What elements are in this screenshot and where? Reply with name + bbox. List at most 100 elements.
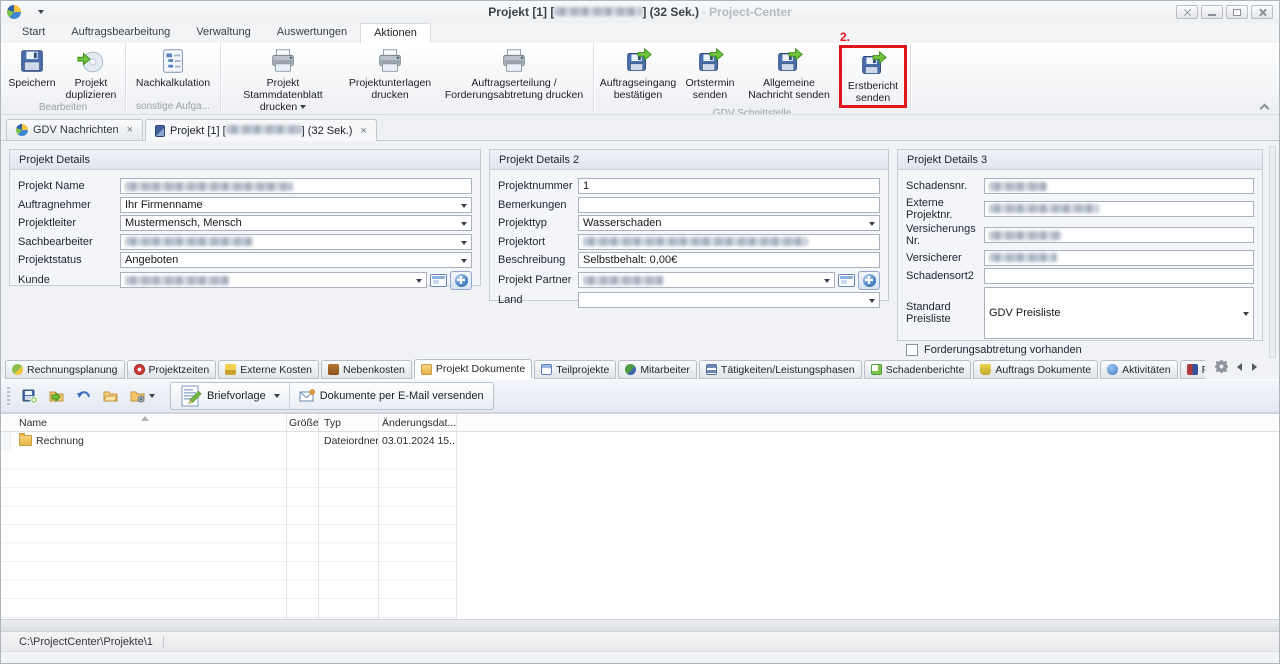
tab-aktivitaeten[interactable]: Aktivitäten	[1100, 360, 1177, 379]
ribbon-tab-auswertungen[interactable]: Auswertungen	[264, 23, 360, 43]
field-label: Sachbearbeiter	[18, 236, 120, 248]
land-combo[interactable]	[578, 292, 880, 308]
dropdown-arrow-icon[interactable]	[461, 204, 467, 208]
close-tab-icon[interactable]: ×	[127, 124, 133, 136]
column-header-name[interactable]: Name	[19, 417, 47, 429]
auftragseingang-bestaetigen-button[interactable]: Auftragseingang bestätigen	[597, 45, 679, 102]
add-partner-button[interactable]	[858, 271, 880, 290]
erstbericht-senden-button[interactable]: Erstbericht senden	[843, 48, 903, 105]
dropdown-arrow-icon[interactable]	[824, 279, 830, 283]
projektnummer-input[interactable]: 1	[578, 178, 880, 194]
forderungsabtretung-checkbox[interactable]	[906, 344, 918, 356]
externe-projektnr-input[interactable]	[984, 201, 1254, 217]
tab-label: Projekt Dokumente	[436, 363, 525, 375]
dropdown-arrow-icon[interactable]	[869, 299, 875, 303]
projekt-partner-combo[interactable]	[578, 272, 835, 288]
projektort-input[interactable]	[578, 234, 880, 250]
contact-card-icon[interactable]	[838, 274, 855, 287]
auftragserteilung-drucken-button[interactable]: Auftragserteilung / Forderungsabtretung …	[438, 45, 590, 102]
scroll-tabs-left-button[interactable]	[1237, 363, 1242, 371]
dropdown-arrow-icon[interactable]	[416, 279, 422, 283]
versicherer-input[interactable]	[984, 250, 1254, 266]
ribbon-tab-verwaltung[interactable]: Verwaltung	[183, 23, 263, 43]
beschreibung-input[interactable]: Selbstbehalt: 0,00€	[578, 252, 880, 268]
kunde-combo[interactable]	[120, 272, 427, 288]
schadensort2-input[interactable]	[984, 268, 1254, 284]
allgemeine-nachricht-senden-button[interactable]: Allgemeine Nachricht senden	[741, 45, 837, 102]
dropdown-arrow-icon[interactable]	[1243, 312, 1249, 316]
column-divider[interactable]	[318, 414, 319, 619]
schadensnr-input[interactable]	[984, 178, 1254, 194]
toolbar-grip[interactable]	[7, 387, 10, 405]
bemerkungen-input[interactable]	[578, 197, 880, 213]
versicherungs-nr-input[interactable]	[984, 227, 1254, 243]
ortstermin-senden-button[interactable]: Ortstermin senden	[679, 45, 741, 102]
add-kunde-button[interactable]	[450, 271, 472, 290]
button-label: Dokumente per E-Mail versenden	[320, 390, 484, 402]
column-header-groesse[interactable]: Größe	[289, 417, 319, 429]
standard-preisliste-combo[interactable]: GDV Preisliste	[984, 287, 1254, 339]
projektstatus-combo[interactable]: Angeboten	[120, 252, 472, 268]
sort-ascending-icon	[141, 416, 149, 421]
import-document-button[interactable]	[46, 385, 68, 407]
stammdatenblatt-drucken-button[interactable]: Projekt Stammdatenblatt drucken	[224, 45, 342, 114]
vertical-scrollbar[interactable]	[1269, 146, 1276, 358]
ribbon-tab-start[interactable]: Start	[9, 23, 58, 43]
tab-externe-kosten[interactable]: Externe Kosten	[218, 360, 319, 379]
column-header-typ[interactable]: Typ	[324, 417, 341, 429]
save-document-button[interactable]	[19, 385, 41, 407]
tab-schadenberichte[interactable]: Schadenberichte	[864, 360, 972, 379]
close-button[interactable]	[1251, 5, 1273, 19]
horizontal-scrollbar[interactable]	[1, 619, 1279, 631]
field-label: Projekt Name	[18, 180, 120, 192]
dropdown-arrow-icon[interactable]	[461, 241, 467, 245]
briefvorlage-button[interactable]: Briefvorlage	[171, 383, 289, 409]
speichern-button[interactable]: Speichern	[4, 45, 60, 90]
collapse-ribbon-button[interactable]	[1261, 102, 1269, 110]
column-divider[interactable]	[286, 414, 287, 619]
tab-projekt-kontakte[interactable]: Projekt Kontakte	[1180, 360, 1205, 379]
column-divider[interactable]	[378, 414, 379, 619]
column-header-aenderungsdatum[interactable]: Änderungsdat...	[382, 417, 456, 429]
gear-icon[interactable]	[1216, 361, 1227, 372]
quick-access-dropdown[interactable]	[35, 3, 44, 21]
scroll-tabs-right-button[interactable]	[1252, 363, 1257, 371]
tab-projekt-dokumente[interactable]: Projekt Dokumente	[414, 359, 532, 379]
minimize-button[interactable]	[1201, 5, 1223, 19]
ribbon-tab-aktionen[interactable]: Aktionen	[360, 23, 431, 43]
undo-button[interactable]	[73, 385, 95, 407]
projektleiter-combo[interactable]: Mustermensch, Mensch	[120, 215, 472, 231]
dropdown-arrow-icon[interactable]	[461, 259, 467, 263]
theme-button[interactable]	[1176, 5, 1198, 19]
projekttyp-combo[interactable]: Wasserschaden	[578, 215, 880, 231]
tab-gdv-nachrichten[interactable]: GDV Nachrichten ×	[6, 119, 143, 140]
field-projektleiter: Projektleiter Mustermensch, Mensch	[18, 215, 472, 231]
tab-projekt[interactable]: Projekt [1] [] (32 Sek.) ×	[145, 119, 377, 141]
tab-nebenkosten[interactable]: Nebenkosten	[321, 360, 412, 379]
folder-options-button[interactable]	[127, 385, 157, 407]
dropdown-arrow-icon[interactable]	[869, 222, 875, 226]
close-tab-icon[interactable]: ×	[360, 125, 366, 137]
dropdown-arrow-icon[interactable]	[461, 222, 467, 226]
sachbearbeiter-combo[interactable]	[120, 234, 472, 250]
nachkalkulation-button[interactable]: Nachkalkulation	[129, 45, 217, 90]
tab-projektzeiten[interactable]: Projektzeiten	[127, 360, 217, 379]
auftragnehmer-combo[interactable]: Ihr Firmenname	[120, 197, 472, 213]
tab-mitarbeiter[interactable]: Mitarbeiter	[618, 360, 697, 379]
projektunterlagen-drucken-button[interactable]: Projektunterlagen drucken	[342, 45, 438, 102]
tab-teilprojekte[interactable]: Teilprojekte	[534, 360, 616, 379]
open-folder-button[interactable]	[100, 385, 122, 407]
window-title: Projekt [1] [] (32 Sek.)-Project-Center	[201, 5, 1079, 19]
ribbon-tab-auftragsbearbeitung[interactable]: Auftragsbearbeitung	[58, 23, 183, 43]
projekt-name-input[interactable]	[120, 178, 472, 194]
tab-taetigkeiten[interactable]: Tätigkeiten/Leistungsphasen	[699, 360, 862, 379]
projekt-duplizieren-button[interactable]: Projekt duplizieren	[60, 45, 122, 102]
tab-rechnungsplanung[interactable]: Rechnungsplanung	[5, 360, 125, 379]
contact-card-icon[interactable]	[430, 274, 447, 287]
calculation-sheet-icon	[158, 46, 188, 76]
column-divider[interactable]	[456, 414, 457, 619]
email-documents-button[interactable]: Dokumente per E-Mail versenden	[289, 383, 493, 409]
restore-button[interactable]	[1226, 5, 1248, 19]
tab-auftrags-dokumente[interactable]: Auftrags Dokumente	[973, 360, 1098, 379]
table-row[interactable]: Rechnung Dateiordner 03.01.2024 15...	[1, 432, 1279, 450]
